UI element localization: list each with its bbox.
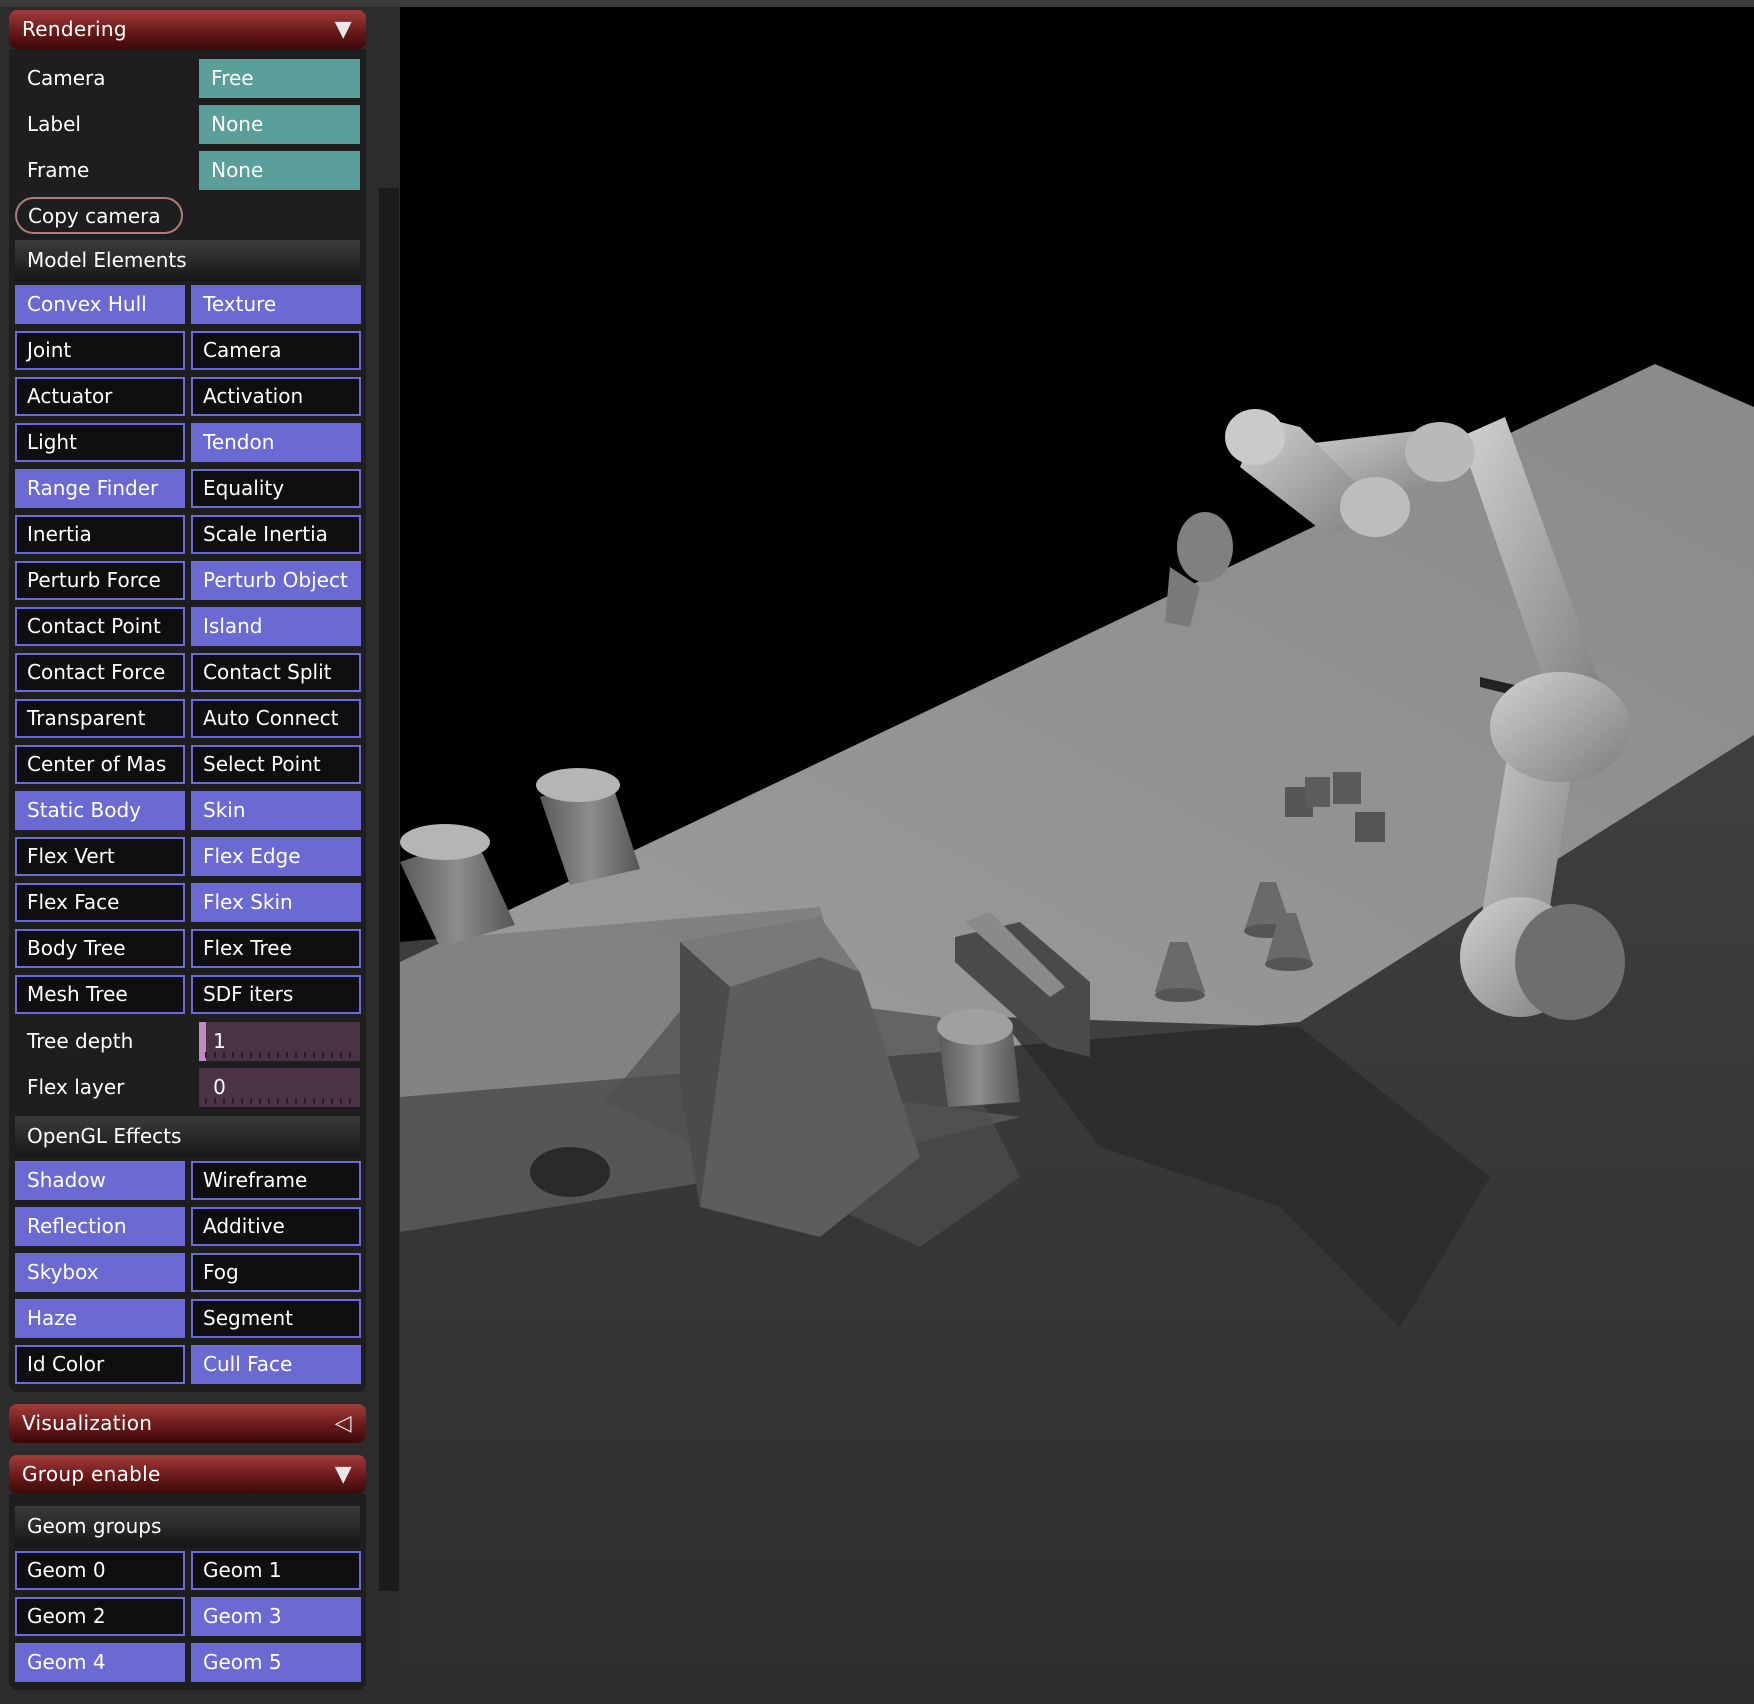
- toggle-perturb-object[interactable]: Perturb Object: [191, 561, 361, 600]
- toggle-reflection[interactable]: Reflection: [15, 1207, 185, 1246]
- toggle-joint[interactable]: Joint: [15, 331, 185, 370]
- toggle-wireframe[interactable]: Wireframe: [191, 1161, 361, 1200]
- toggle-skin[interactable]: Skin: [191, 791, 361, 830]
- toggle-center-of-mas[interactable]: Center of Mas: [15, 745, 185, 784]
- toggle-skybox[interactable]: Skybox: [15, 1253, 185, 1292]
- camera-select-row: Camera Free: [15, 55, 360, 101]
- toggle-cull-face[interactable]: Cull Face: [191, 1345, 361, 1384]
- toggle-geom-1[interactable]: Geom 1: [191, 1551, 361, 1590]
- toggle-contact-point[interactable]: Contact Point: [15, 607, 185, 646]
- toggle-island[interactable]: Island: [191, 607, 361, 646]
- settings-panel: Rendering ▼ Camera Free Label None Frame…: [9, 10, 366, 1702]
- slider-ticks: [205, 1097, 356, 1104]
- toggle-static-body[interactable]: Static Body: [15, 791, 185, 830]
- group-enable-section-header[interactable]: Group enable ▼: [9, 1455, 366, 1494]
- opengl-effects-toggles: Shadow Wireframe Reflection Additive Skybox F…: [15, 1161, 361, 1384]
- toggle-activation[interactable]: Activation: [191, 377, 361, 416]
- frame-select-label: Frame: [27, 158, 90, 182]
- cylinder-object: [400, 824, 515, 947]
- toggle-contact-split[interactable]: Contact Split: [191, 653, 361, 692]
- toggle-geom-5[interactable]: Geom 5: [191, 1643, 361, 1682]
- 3d-viewport[interactable]: [400, 7, 1754, 1704]
- toggle-tendon[interactable]: Tendon: [191, 423, 361, 462]
- tree-depth-slider[interactable]: 1: [199, 1021, 360, 1061]
- toggle-select-point[interactable]: Select Point: [191, 745, 361, 784]
- blob-shadow: [530, 1147, 610, 1197]
- triangle-down-icon[interactable]: ▼: [335, 1455, 352, 1494]
- toggle-flex-tree[interactable]: Flex Tree: [191, 929, 361, 968]
- model-elements-header: Model Elements: [15, 240, 360, 281]
- toggle-perturb-force[interactable]: Perturb Force: [15, 561, 185, 600]
- group-enable-section-title: Group enable: [22, 1462, 161, 1486]
- model-elements-toggles: Convex Hull Texture Joint Camera Actuator Act…: [15, 285, 361, 1014]
- toggle-transparent[interactable]: Transparent: [15, 699, 185, 738]
- copy-camera-button[interactable]: Copy camera: [15, 197, 183, 234]
- toggle-shadow[interactable]: Shadow: [15, 1161, 185, 1200]
- label-select[interactable]: None: [199, 104, 360, 144]
- visualization-section-header[interactable]: Visualization ◁: [9, 1404, 366, 1443]
- toggle-contact-force[interactable]: Contact Force: [15, 653, 185, 692]
- rendering-section-header[interactable]: Rendering ▼: [9, 10, 366, 49]
- tree-depth-label: Tree depth: [27, 1029, 134, 1053]
- toggle-geom-0[interactable]: Geom 0: [15, 1551, 185, 1590]
- toggle-additive[interactable]: Additive: [191, 1207, 361, 1246]
- toggle-geom-3[interactable]: Geom 3: [191, 1597, 361, 1636]
- toggle-segment[interactable]: Segment: [191, 1299, 361, 1338]
- opengl-effects-header: OpenGL Effects: [15, 1116, 360, 1157]
- label-select-row: Label None: [15, 101, 360, 147]
- toggle-flex-skin[interactable]: Flex Skin: [191, 883, 361, 922]
- flex-layer-slider[interactable]: 0: [199, 1067, 360, 1107]
- triangle-down-icon[interactable]: ▼: [335, 10, 352, 49]
- flex-layer-row: Flex layer 0: [15, 1064, 360, 1110]
- flex-layer-label: Flex layer: [27, 1075, 125, 1099]
- toggle-sdf-iters[interactable]: SDF iters: [191, 975, 361, 1014]
- cylinder-object: [536, 768, 640, 885]
- toggle-camera[interactable]: Camera: [191, 331, 361, 370]
- toggle-fog[interactable]: Fog: [191, 1253, 361, 1292]
- flex-layer-value: 0: [213, 1074, 226, 1099]
- toggle-auto-connect[interactable]: Auto Connect: [191, 699, 361, 738]
- tree-depth-row: Tree depth 1: [15, 1018, 360, 1064]
- visualization-section-title: Visualization: [22, 1411, 153, 1435]
- group-enable-section-body: Geom groups Geom 0 Geom 1 Geom 2 Geom 3 Geom…: [9, 1494, 366, 1690]
- toggle-inertia[interactable]: Inertia: [15, 515, 185, 554]
- toggle-body-tree[interactable]: Body Tree: [15, 929, 185, 968]
- toggle-flex-vert[interactable]: Flex Vert: [15, 837, 185, 876]
- window-top-bar: [0, 0, 1754, 7]
- tree-depth-value: 1: [213, 1028, 226, 1053]
- label-select-label: Label: [27, 112, 81, 136]
- toggle-geom-4[interactable]: Geom 4: [15, 1643, 185, 1682]
- frame-select-row: Frame None: [15, 147, 360, 193]
- toggle-geom-2[interactable]: Geom 2: [15, 1597, 185, 1636]
- toggle-flex-face[interactable]: Flex Face: [15, 883, 185, 922]
- rendering-section-body: Camera Free Label None Frame None Copy c…: [9, 49, 366, 1392]
- toggle-scale-inertia[interactable]: Scale Inertia: [191, 515, 361, 554]
- toggle-light[interactable]: Light: [15, 423, 185, 462]
- panel-scrollbar[interactable]: [379, 188, 399, 1591]
- toggle-actuator[interactable]: Actuator: [15, 377, 185, 416]
- cylinder-object: [937, 1009, 1020, 1107]
- toggle-range-finder[interactable]: Range Finder: [15, 469, 185, 508]
- slider-ticks: [205, 1051, 356, 1058]
- toggle-convex-hull[interactable]: Convex Hull: [15, 285, 185, 324]
- toggle-haze[interactable]: Haze: [15, 1299, 185, 1338]
- frame-select[interactable]: None: [199, 150, 360, 190]
- toggle-equality[interactable]: Equality: [191, 469, 361, 508]
- camera-select[interactable]: Free: [199, 58, 360, 98]
- rendering-section-title: Rendering: [22, 17, 127, 41]
- toggle-texture[interactable]: Texture: [191, 285, 361, 324]
- geom-groups-header: Geom groups: [15, 1506, 360, 1547]
- toggle-mesh-tree[interactable]: Mesh Tree: [15, 975, 185, 1014]
- triangle-left-icon[interactable]: ◁: [335, 1404, 352, 1443]
- toggle-flex-edge[interactable]: Flex Edge: [191, 837, 361, 876]
- geom-groups-toggles: Geom 0 Geom 1 Geom 2 Geom 3 Geom 4 Geom 5: [15, 1551, 361, 1682]
- camera-select-label: Camera: [27, 66, 106, 90]
- toggle-id-color[interactable]: Id Color: [15, 1345, 185, 1384]
